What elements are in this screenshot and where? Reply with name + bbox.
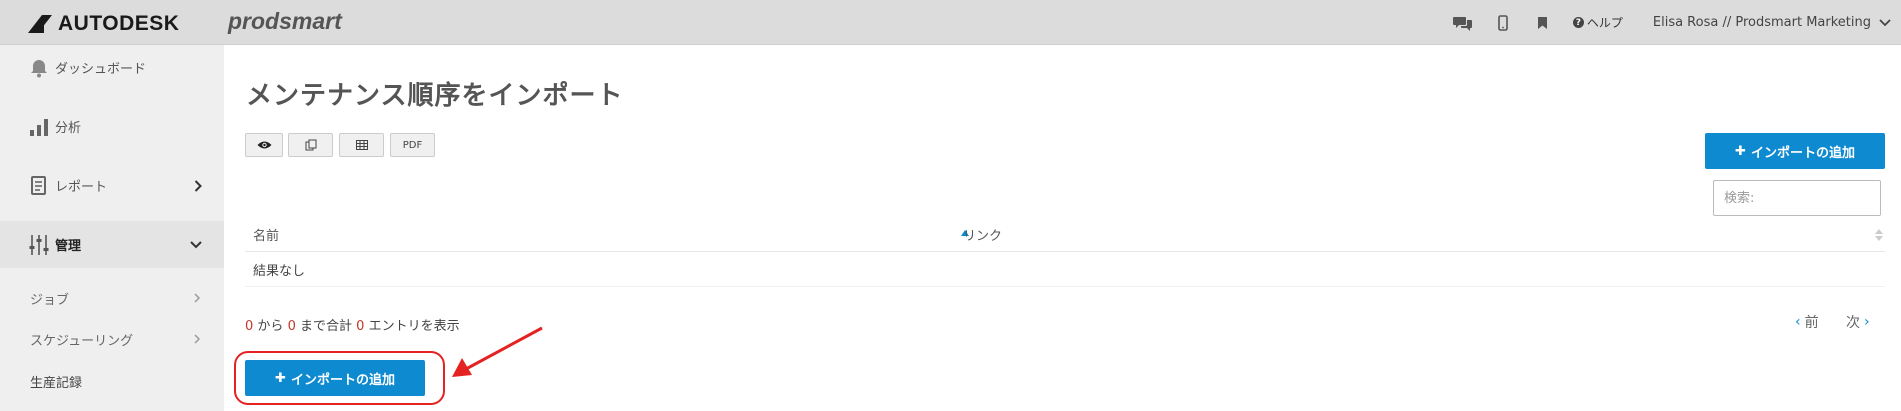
help-icon: ?	[1572, 17, 1584, 28]
chevron-right-icon: ›	[1864, 314, 1870, 330]
report-icon	[31, 175, 46, 195]
sidebar-subitem-label: スケジューリング	[30, 333, 134, 349]
column-label: リンク	[963, 229, 1003, 244]
user-menu[interactable]: Elisa Rosa // Prodsmart Marketing	[1653, 15, 1891, 30]
eye-icon	[257, 141, 271, 149]
main-content: メンテナンス順序をインポート PDF ✚ インポートの追加 名前	[224, 45, 1901, 411]
plus-icon: ✚	[275, 370, 286, 386]
sidebar-item-label: ダッシュボード	[55, 62, 147, 77]
sidebar-item-dashboard[interactable]: ダッシュボード	[0, 45, 224, 90]
sidebar: ダッシュボード 分析 レポート 管理 ジョブ スケジューリング 生産記録	[0, 45, 224, 411]
sidebar-subitem-label: 生産記録	[30, 375, 83, 391]
prev-label: 前	[1804, 315, 1819, 331]
sidebar-item-label: レポート	[55, 180, 108, 195]
table-header: 名前 リンク	[245, 217, 1885, 252]
help-link[interactable]: ? ヘルプ	[1572, 14, 1623, 31]
sidebar-subitem-production-records[interactable]: 生産記録	[0, 364, 224, 398]
column-header-link[interactable]: リンク	[963, 217, 1863, 252]
chevron-right-icon	[194, 334, 200, 344]
chevron-down-icon	[1879, 18, 1891, 26]
info-to-suffix: まで合計	[300, 319, 353, 334]
sidebar-subitem-jobs[interactable]: ジョブ	[0, 281, 224, 315]
user-label: Elisa Rosa // Prodsmart Marketing	[1652, 15, 1871, 30]
add-import-label: インポートの追加	[1750, 145, 1855, 161]
sidebar-subitem-scheduling[interactable]: スケジューリング	[0, 322, 224, 356]
imports-table: 名前 リンク 結果なし	[245, 217, 1885, 287]
search-input[interactable]	[1713, 180, 1881, 216]
column-header-name[interactable]: 名前	[253, 217, 953, 252]
table-empty-row: 結果なし	[245, 252, 1885, 287]
add-import-button-bottom[interactable]: ✚ インポートの追加	[245, 360, 425, 396]
sliders-icon	[29, 234, 49, 255]
sidebar-subitem-label: ジョブ	[30, 292, 70, 308]
info-to: 0	[287, 319, 296, 334]
table-export-button[interactable]	[339, 133, 384, 157]
chevron-right-icon	[194, 293, 200, 303]
empty-message: 結果なし	[253, 263, 306, 279]
bell-icon	[31, 59, 47, 77]
info-total: 0	[356, 319, 365, 334]
view-button[interactable]	[245, 133, 283, 157]
mobile-icon[interactable]	[1493, 13, 1513, 33]
chevron-down-icon	[190, 240, 202, 248]
pdf-button[interactable]: PDF	[390, 133, 435, 157]
info-total-suffix: エントリを表示	[368, 319, 460, 334]
next-page-button[interactable]: 次 ›	[1846, 312, 1870, 332]
chevron-left-icon: ‹	[1795, 314, 1801, 330]
add-import-button[interactable]: ✚ インポートの追加	[1705, 133, 1885, 169]
copy-icon	[305, 139, 316, 151]
next-label: 次	[1846, 315, 1860, 331]
autodesk-logo-icon	[28, 15, 52, 33]
help-label: ヘルプ	[1586, 16, 1623, 30]
sidebar-item-label: 管理	[55, 239, 82, 254]
bookmark-icon[interactable]	[1533, 13, 1553, 33]
info-from: 0	[245, 319, 254, 334]
sidebar-item-reports[interactable]: レポート	[0, 163, 224, 208]
add-import-label: インポートの追加	[290, 372, 395, 388]
bar-chart-icon	[30, 118, 48, 136]
column-label: 名前	[253, 229, 280, 244]
product-name[interactable]: prodsmart	[228, 8, 342, 35]
top-bar: AUTODESK prodsmart ? ヘルプ Elisa Rosa // P…	[0, 0, 1901, 45]
brand-name: AUTODESK	[58, 12, 180, 35]
page-title: メンテナンス順序をインポート	[246, 81, 624, 111]
annotation-arrow-icon	[452, 326, 543, 377]
sidebar-item-analytics[interactable]: 分析	[0, 104, 224, 149]
sort-icon[interactable]	[1875, 228, 1883, 242]
sidebar-item-management[interactable]: 管理	[0, 221, 224, 268]
autodesk-logo[interactable]: AUTODESK	[28, 12, 179, 36]
sidebar-item-label: 分析	[55, 121, 82, 136]
plus-icon: ✚	[1735, 143, 1746, 159]
chevron-right-icon	[194, 179, 202, 192]
info-from-suffix: から	[257, 319, 284, 334]
prev-page-button[interactable]: ‹ 前	[1795, 312, 1819, 332]
table-icon	[355, 140, 368, 150]
chat-icon[interactable]	[1452, 13, 1473, 33]
top-right-nav: ? ヘルプ Elisa Rosa // Prodsmart Marketing	[1433, 0, 1891, 45]
table-info: 0 から 0 まで合計 0 エントリを表示	[245, 315, 460, 334]
copy-button[interactable]	[288, 133, 333, 157]
